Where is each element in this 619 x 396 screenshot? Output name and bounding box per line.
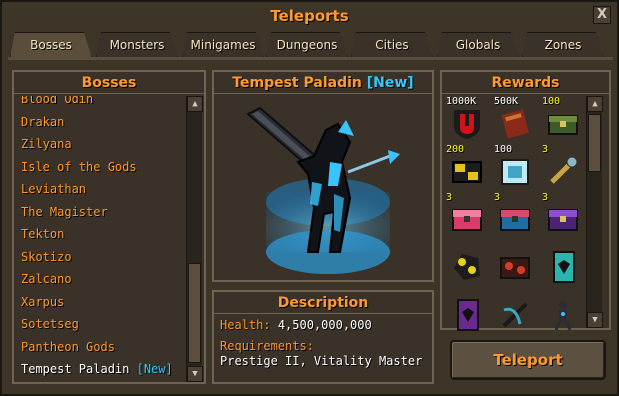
ice-box-icon bbox=[501, 159, 529, 185]
reward-slot[interactable]: 200 bbox=[446, 144, 492, 192]
health-label: Health: bbox=[220, 318, 271, 332]
tab-minigames[interactable]: Minigames bbox=[182, 32, 264, 58]
bosses-scrollbar[interactable]: ▲ ▼ bbox=[186, 96, 203, 382]
gold-ore-icon bbox=[454, 254, 480, 280]
tab-cities[interactable]: Cities bbox=[351, 32, 433, 58]
reward-slot[interactable]: 3 bbox=[542, 144, 588, 192]
boss-item-isle-of-the-gods[interactable]: Isle of the Gods bbox=[16, 156, 186, 179]
humanoid-pet-icon bbox=[554, 301, 572, 331]
boss-item-xarpus[interactable]: Xarpus bbox=[16, 291, 186, 314]
reward-slot[interactable]: 500K bbox=[494, 96, 540, 144]
requirements-value: Prestige II, Vitality Master bbox=[220, 354, 423, 368]
boss-item-the-magister[interactable]: The Magister bbox=[16, 201, 186, 224]
health-value: 4,500,000,000 bbox=[277, 318, 372, 332]
red-scroll-icon bbox=[501, 109, 529, 139]
scroll-down-button[interactable]: ▼ bbox=[187, 366, 203, 382]
crossbow-icon bbox=[502, 302, 528, 328]
bosses-header: Bosses bbox=[14, 72, 204, 94]
reward-slot[interactable]: 3 bbox=[446, 192, 492, 240]
gold-chest-icon bbox=[452, 161, 482, 183]
rewards-panel: Rewards 1000K 500K 100 200 100 3 3 3 3 ▲… bbox=[440, 70, 611, 331]
rewards-header: Rewards bbox=[442, 72, 609, 94]
description-panel: Description Health: 4,500,000,000 Requir… bbox=[212, 290, 434, 384]
scroll-up-button[interactable]: ▲ bbox=[587, 96, 603, 112]
preview-title: Tempest Paladin [New] bbox=[214, 72, 432, 94]
health-row: Health: 4,500,000,000 bbox=[220, 318, 426, 333]
description-header: Description bbox=[214, 292, 432, 314]
blue-chest-icon bbox=[500, 209, 530, 231]
boss-item-blood-odin[interactable]: Blood Odin bbox=[16, 96, 186, 111]
scroll-thumb[interactable] bbox=[588, 114, 601, 172]
red-ore-chest-icon bbox=[500, 257, 530, 279]
scroll-down-button[interactable]: ▼ bbox=[587, 312, 603, 328]
boss-item-label: Tempest Paladin bbox=[21, 362, 130, 376]
close-button[interactable]: X bbox=[593, 6, 611, 24]
reward-slot[interactable] bbox=[446, 290, 492, 336]
boss-item-leviathan[interactable]: Leviathan bbox=[16, 178, 186, 201]
boss-item-skotizo[interactable]: Skotizo bbox=[16, 246, 186, 269]
reward-slot[interactable] bbox=[494, 242, 540, 288]
category-tabs: Bosses Monsters Minigames Dungeons Citie… bbox=[10, 32, 615, 58]
boss-item-pantheon-gods[interactable]: Pantheon Gods bbox=[16, 336, 186, 359]
reward-slot[interactable]: 100 bbox=[542, 96, 588, 144]
purple-chest-icon bbox=[548, 209, 578, 231]
golden-key-icon bbox=[550, 156, 578, 184]
boss-list: Blood Odin Drakan Zilyana Isle of the Go… bbox=[16, 96, 186, 382]
preview-new-tag: [New] bbox=[366, 75, 414, 91]
bosses-panel: Bosses Blood Odin Drakan Zilyana Isle of… bbox=[12, 70, 206, 384]
boss-item-zalcano[interactable]: Zalcano bbox=[16, 268, 186, 291]
purple-card-icon bbox=[457, 299, 479, 331]
reward-slot[interactable] bbox=[446, 242, 492, 288]
teleports-window: Teleports X Bosses Monsters Minigames Du… bbox=[0, 0, 619, 396]
tempest-paladin-model bbox=[246, 106, 400, 274]
boss-item-sotetseg[interactable]: Sotetseg bbox=[16, 313, 186, 336]
boss-item-tempest-paladin[interactable]: Tempest Paladin [New] bbox=[16, 358, 186, 381]
teal-card-icon bbox=[553, 251, 575, 283]
boss-item-drakan[interactable]: Drakan bbox=[16, 111, 186, 134]
reward-slot[interactable] bbox=[494, 290, 540, 336]
scroll-thumb[interactable] bbox=[188, 263, 201, 363]
tab-dungeons[interactable]: Dungeons bbox=[266, 32, 348, 58]
pink-chest-icon bbox=[452, 209, 482, 231]
preview-boss-name: Tempest Paladin bbox=[232, 75, 362, 91]
rewards-scrollbar[interactable]: ▲ ▼ bbox=[586, 96, 603, 328]
teleport-button[interactable]: Teleport bbox=[450, 340, 606, 380]
description-body: Health: 4,500,000,000 Requirements: Pres… bbox=[214, 314, 432, 373]
scroll-up-button[interactable]: ▲ bbox=[187, 96, 203, 112]
red-u-shield-icon bbox=[454, 110, 480, 139]
window-title: Teleports bbox=[270, 7, 349, 25]
reward-slot[interactable]: 3 bbox=[542, 192, 588, 240]
tab-monsters[interactable]: Monsters bbox=[96, 32, 178, 58]
green-chest-icon bbox=[548, 115, 578, 135]
reward-slot[interactable]: 3 bbox=[494, 192, 540, 240]
tab-zones[interactable]: Zones bbox=[522, 32, 604, 58]
tab-divider bbox=[8, 57, 613, 60]
requirements-label: Requirements: bbox=[220, 339, 314, 353]
reward-slot[interactable]: 1000K bbox=[446, 96, 492, 144]
tab-globals[interactable]: Globals bbox=[437, 32, 519, 58]
tab-bosses[interactable]: Bosses bbox=[10, 32, 92, 58]
reward-slot[interactable]: 100 bbox=[494, 144, 540, 192]
boss-item-zilyana[interactable]: Zilyana bbox=[16, 133, 186, 156]
boss-preview-panel: Tempest Paladin [New] bbox=[212, 70, 434, 282]
boss-item-tekton[interactable]: Tekton bbox=[16, 223, 186, 246]
reward-slot[interactable] bbox=[542, 242, 588, 288]
rewards-grid: 1000K 500K 100 200 100 3 3 3 3 bbox=[446, 96, 588, 331]
reward-slot[interactable] bbox=[542, 290, 588, 336]
new-tag: [New] bbox=[136, 362, 173, 376]
